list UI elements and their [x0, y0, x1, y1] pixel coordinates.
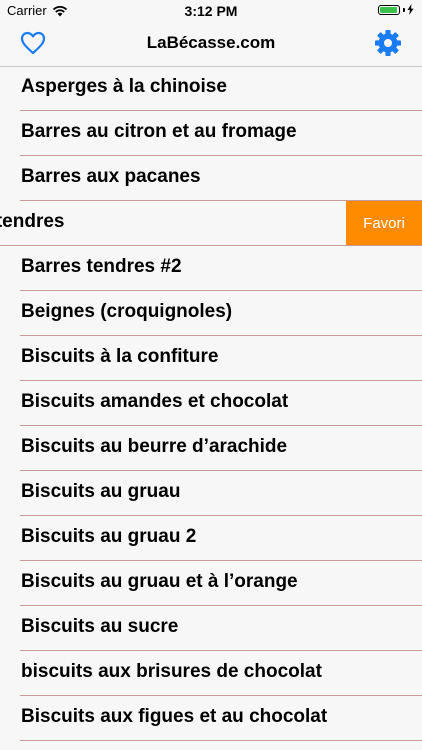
list-item[interactable]: Asperges à la chinoise: [20, 66, 422, 111]
battery-fill: [380, 6, 398, 13]
list-item-label: biscuits aux brisures de chocolat: [21, 661, 322, 682]
navigation-bar: LaBécasse.com: [0, 22, 422, 67]
recipe-list: Asperges à la chinoise Barres au citron …: [0, 66, 422, 741]
list-item-label: Barres aux pacanes: [21, 166, 201, 187]
list-item[interactable]: Biscuits au gruau: [20, 471, 422, 516]
battery-cap: [403, 7, 405, 12]
list-item-label: Biscuits au gruau 2: [21, 526, 197, 547]
list-item-label: Biscuits au sucre: [21, 616, 179, 637]
list-item-label: Biscuits amandes et chocolat: [21, 391, 289, 412]
list-item-label: Biscuits au gruau et à l’orange: [21, 571, 298, 592]
list-item[interactable]: Biscuits au gruau et à l’orange: [20, 561, 422, 606]
list-item-label: Biscuits au beurre d’arachide: [21, 436, 288, 457]
list-item-label: Beignes (croquignoles): [21, 301, 233, 322]
list-item[interactable]: Biscuits aux figues et au chocolat: [20, 696, 422, 741]
list-item-label: s tendres: [0, 211, 65, 232]
list-item-label: Biscuits à la confiture: [21, 346, 219, 367]
list-item[interactable]: Biscuits au beurre d’arachide: [20, 426, 422, 471]
list-item[interactable]: Biscuits amandes et chocolat: [20, 381, 422, 426]
gear-icon[interactable]: [374, 29, 402, 57]
list-item[interactable]: Barres au citron et au fromage: [20, 111, 422, 156]
list-item-swiped[interactable]: s tendres Favori: [0, 201, 422, 246]
favorite-action-button[interactable]: Favori: [346, 201, 422, 245]
list-item[interactable]: Beignes (croquignoles): [20, 291, 422, 336]
charging-bolt-icon: [407, 4, 414, 15]
list-item[interactable]: Biscuits à la confiture: [20, 336, 422, 381]
list-item-label: Biscuits au gruau: [21, 481, 181, 502]
list-item-label: Biscuits aux figues et au chocolat: [21, 706, 328, 727]
page-title: LaBécasse.com: [146, 33, 276, 52]
battery-icon: [378, 4, 400, 15]
status-time: 3:12 PM: [184, 3, 238, 19]
list-item[interactable]: Barres aux pacanes: [20, 156, 422, 201]
list-item[interactable]: Biscuits au gruau 2: [20, 516, 422, 561]
list-item[interactable]: biscuits aux brisures de chocolat: [20, 651, 422, 696]
list-item-label: Asperges à la chinoise: [21, 76, 227, 97]
status-right: [378, 4, 414, 15]
list-item-label: Barres au citron et au fromage: [21, 121, 297, 142]
list-item[interactable]: Biscuits au sucre: [20, 606, 422, 651]
list-item-label: Barres tendres #2: [21, 256, 182, 277]
list-item[interactable]: Barres tendres #2: [20, 246, 422, 291]
status-bar: Carrier 3:12 PM: [0, 0, 422, 22]
